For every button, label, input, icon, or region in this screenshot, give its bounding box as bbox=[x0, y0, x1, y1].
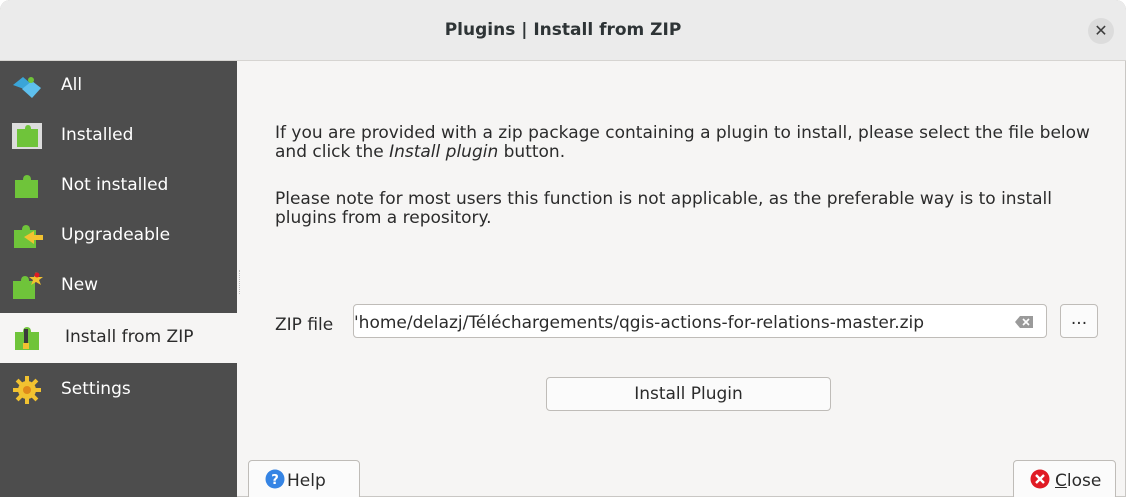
browse-button[interactable]: ... bbox=[1060, 304, 1098, 338]
intro-text: If you are provided with a zip package c… bbox=[275, 124, 1105, 162]
help-button-label: Help bbox=[287, 471, 326, 491]
window-close-button[interactable]: ✕ bbox=[1088, 18, 1114, 44]
sidebar-item-installed[interactable]: Installed bbox=[0, 111, 237, 161]
puzzle-all-icon bbox=[13, 77, 41, 98]
close-icon bbox=[1030, 469, 1050, 489]
help-icon: ? bbox=[265, 469, 285, 489]
gear-icon bbox=[13, 376, 41, 404]
window-title: Plugins | Install from ZIP bbox=[444, 20, 682, 40]
intro-text-emphasis: Install plugin bbox=[389, 142, 499, 162]
sidebar-item-label: All bbox=[61, 75, 83, 95]
sidebar-item-label: Upgradeable bbox=[61, 225, 171, 245]
zip-file-input[interactable]: 'home/delazj/Téléchargements/qgis-action… bbox=[353, 304, 1047, 338]
close-icon: ✕ bbox=[1094, 21, 1108, 40]
puzzle-zip-icon bbox=[15, 327, 39, 350]
zip-file-label: ZIP file bbox=[275, 315, 334, 335]
plugins-dialog: Plugins | Install from ZIP ✕ All Install… bbox=[0, 0, 1126, 497]
close-button[interactable]: Close bbox=[1013, 460, 1116, 497]
sidebar-item-new[interactable]: New bbox=[0, 261, 237, 311]
puzzle-upgradeable-icon bbox=[14, 225, 43, 248]
help-button[interactable]: ? Help bbox=[248, 460, 360, 497]
close-mnemonic: C bbox=[1055, 471, 1067, 491]
sidebar: All Installed Not installed Upgradeable bbox=[0, 61, 237, 497]
puzzle-installed-icon bbox=[12, 123, 42, 149]
sidebar-item-install-from-zip[interactable]: Install from ZIP bbox=[0, 313, 237, 363]
intro-text-end: button. bbox=[498, 142, 566, 162]
close-button-label: Close bbox=[1055, 471, 1101, 491]
sidebar-item-label: Not installed bbox=[61, 175, 169, 195]
title-bar: Plugins | Install from ZIP ✕ bbox=[0, 0, 1126, 61]
zip-file-value: 'home/delazj/Téléchargements/qgis-action… bbox=[354, 313, 925, 333]
sidebar-item-label: New bbox=[61, 275, 99, 295]
sidebar-item-all[interactable]: All bbox=[0, 61, 237, 111]
sidebar-item-settings[interactable]: Settings bbox=[0, 365, 237, 415]
sidebar-item-not-installed[interactable]: Not installed bbox=[0, 161, 237, 211]
puzzle-new-icon bbox=[13, 272, 43, 299]
install-plugin-button[interactable]: Install Plugin bbox=[546, 377, 831, 411]
svg-text:?: ? bbox=[271, 473, 279, 488]
close-label-rest: lose bbox=[1066, 471, 1102, 491]
sidebar-item-label: Install from ZIP bbox=[65, 327, 194, 347]
sidebar-item-upgradeable[interactable]: Upgradeable bbox=[0, 211, 237, 261]
note-text: Please note for most users this function… bbox=[275, 189, 1052, 228]
sidebar-item-label: Installed bbox=[61, 125, 134, 145]
clear-input-icon[interactable] bbox=[1014, 315, 1034, 329]
puzzle-not-installed-icon bbox=[15, 175, 38, 198]
main-content: If you are provided with a zip package c… bbox=[243, 61, 1126, 497]
sidebar-item-label: Settings bbox=[61, 379, 131, 399]
